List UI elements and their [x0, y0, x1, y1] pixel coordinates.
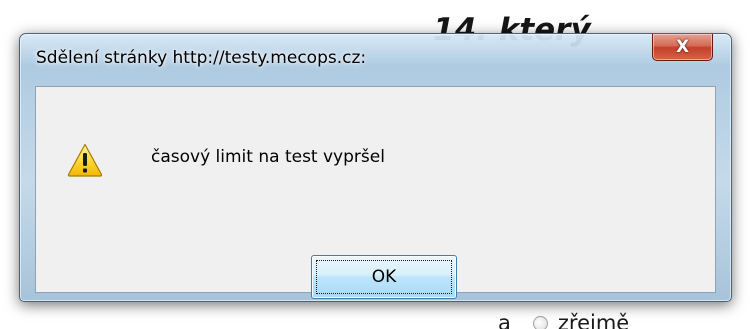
option-radio[interactable] [532, 315, 548, 329]
ok-button-label: OK [316, 260, 452, 294]
dialog-title: Sdělení stránky http://testy.mecops.cz: [36, 48, 367, 68]
option-text: zřejmě [557, 311, 630, 329]
answer-option-a[interactable]: a zřejmě [498, 311, 629, 329]
dialog-title-bar[interactable]: Sdělení stránky http://testy.mecops.cz: … [20, 34, 731, 86]
close-icon: X [675, 36, 690, 57]
option-letter: a [498, 311, 511, 329]
warning-icon [67, 143, 103, 177]
alert-dialog: Sdělení stránky http://testy.mecops.cz: … [19, 33, 732, 302]
dialog-body: časový limit na test vypršel OK [35, 86, 716, 299]
ok-button[interactable]: OK [311, 255, 457, 299]
alert-message: časový limit na test vypršel [151, 147, 385, 167]
close-button[interactable]: X [652, 34, 713, 61]
